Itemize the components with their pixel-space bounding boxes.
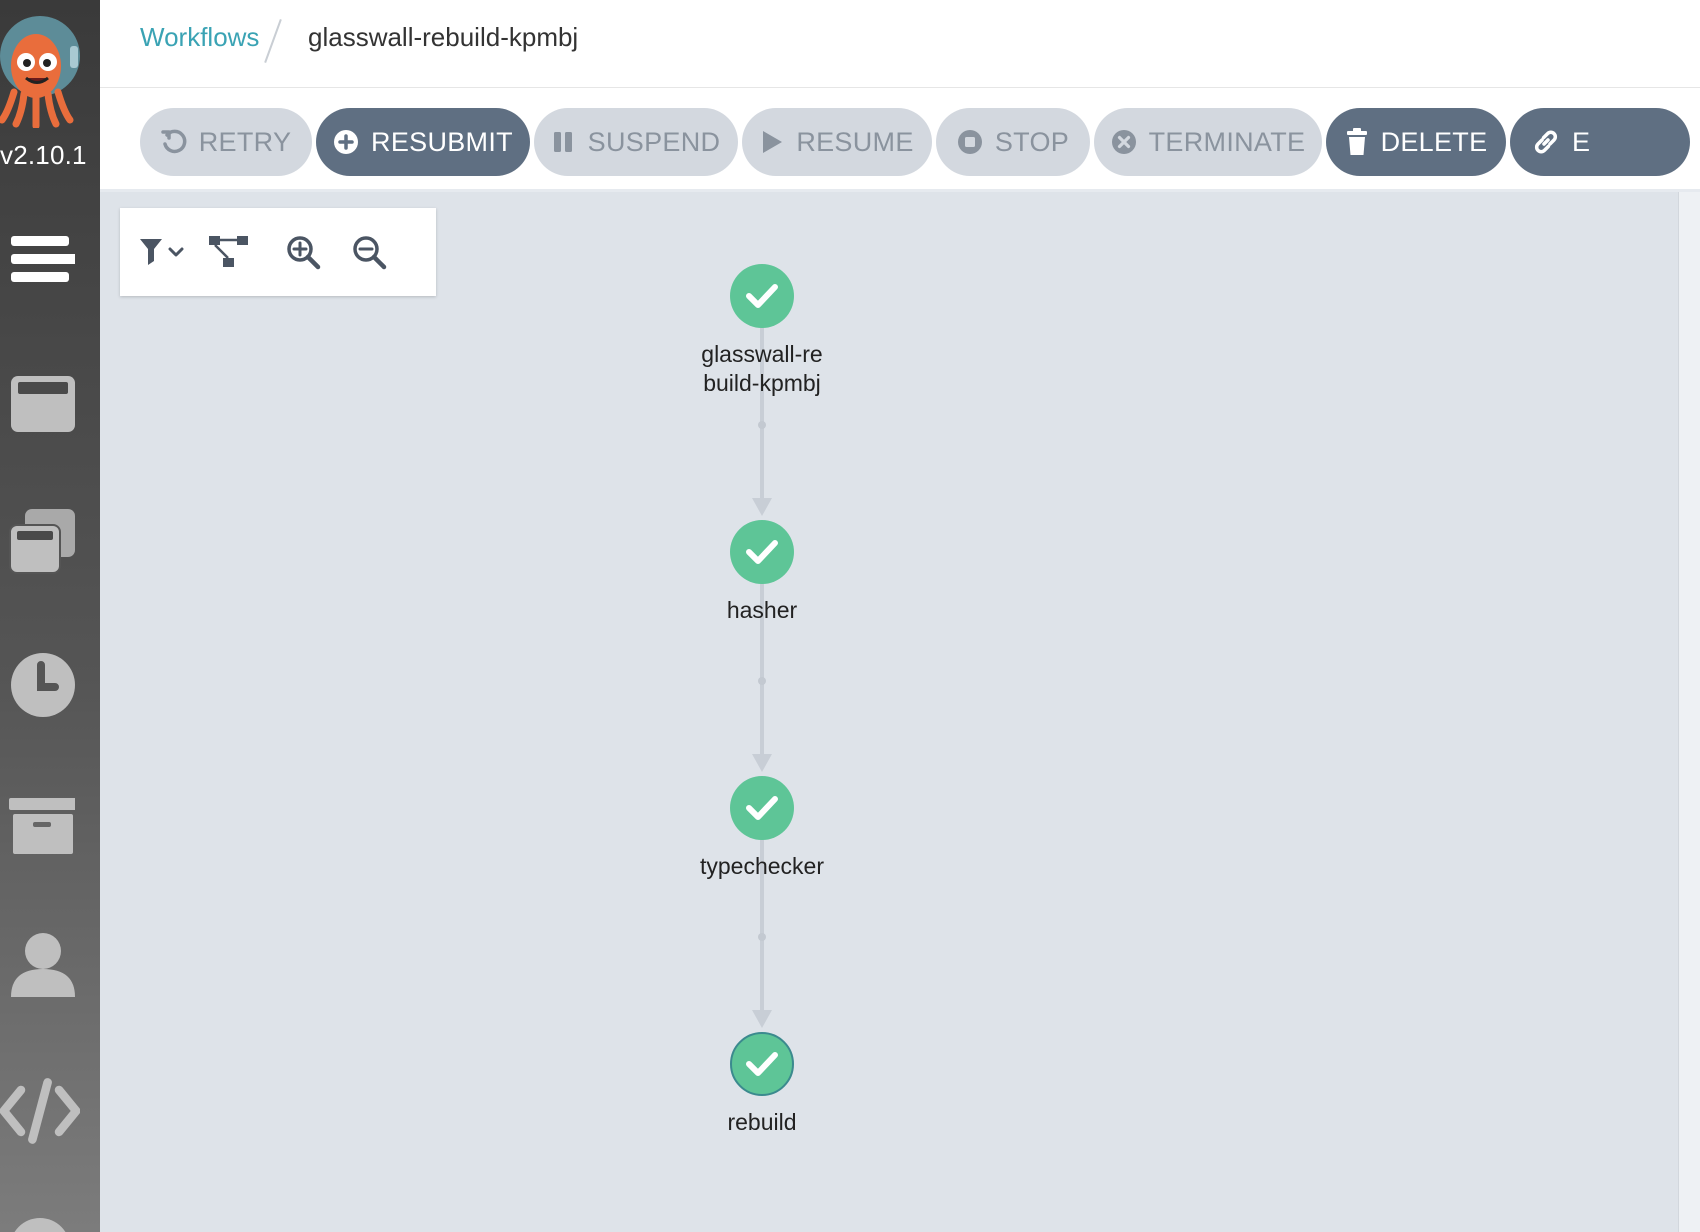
edge-midpoint <box>758 421 766 429</box>
retry-icon <box>160 129 187 154</box>
layout-icon[interactable] <box>202 228 256 276</box>
help-icon[interactable] <box>10 1218 70 1232</box>
breadcrumb-workflows-link[interactable]: Workflows <box>140 22 259 53</box>
stop-button[interactable]: STOP <box>936 108 1090 176</box>
retry-label: RETRY <box>198 126 292 157</box>
argo-logo[interactable] <box>0 8 88 130</box>
terminate-label: TERMINATE <box>1148 126 1306 157</box>
pause-icon <box>553 132 572 152</box>
suspend-button[interactable]: SUSPEND <box>534 108 738 176</box>
graph-node-selected[interactable]: rebuild <box>698 1032 826 1137</box>
menu-icon[interactable] <box>0 220 80 300</box>
workflow-templates-icon[interactable] <box>0 502 80 582</box>
page-header: Workflows glasswall-rebuild-kpmbj <box>100 0 1700 88</box>
zoom-out-icon[interactable] <box>342 228 396 276</box>
play-icon <box>763 131 783 153</box>
archive-icon[interactable] <box>0 786 80 866</box>
success-status-icon[interactable] <box>730 264 794 328</box>
edge-arrow <box>752 1010 772 1028</box>
resubmit-label: RESUBMIT <box>371 126 513 157</box>
share-link-label: E <box>1572 126 1591 157</box>
edge-midpoint <box>758 933 766 941</box>
page-title: glasswall-rebuild-kpmbj <box>308 22 579 52</box>
sidebar: v2.10.1 <box>0 0 100 1232</box>
success-status-icon[interactable] <box>730 520 794 584</box>
graph-node[interactable]: typechecker <box>698 776 826 881</box>
user-icon[interactable] <box>0 926 80 1006</box>
stop-label: STOP <box>994 126 1070 157</box>
suspend-label: SUSPEND <box>587 126 721 157</box>
resubmit-button[interactable]: RESUBMIT <box>316 108 530 176</box>
share-link-button[interactable]: E <box>1510 108 1690 176</box>
app-version: v2.10.1 <box>0 140 87 170</box>
filter-icon[interactable] <box>138 228 192 276</box>
workflows-icon[interactable] <box>0 362 80 442</box>
cron-workflows-icon[interactable] <box>0 644 80 724</box>
graph-node[interactable]: hasher <box>698 520 826 625</box>
success-status-icon[interactable] <box>730 1032 794 1096</box>
stop-circle-icon <box>957 130 982 154</box>
x-circle-icon <box>1111 130 1136 154</box>
node-label: glasswall-rebuild-kpmbj <box>701 341 823 396</box>
details-panel-edge[interactable] <box>1678 192 1700 1232</box>
node-label: hasher <box>726 597 798 623</box>
success-status-icon[interactable] <box>730 776 794 840</box>
graph-node[interactable]: glasswall-rebuild-kpmbj <box>698 264 826 398</box>
edge-midpoint <box>758 677 766 685</box>
trash-icon <box>1346 128 1367 155</box>
api-docs-icon[interactable] <box>0 1070 80 1150</box>
node-label: typechecker <box>699 853 824 879</box>
delete-label: DELETE <box>1380 126 1488 157</box>
node-label: rebuild <box>727 1109 797 1135</box>
terminate-button[interactable]: TERMINATE <box>1094 108 1322 176</box>
zoom-in-icon[interactable] <box>276 228 330 276</box>
edge-arrow <box>752 498 772 516</box>
delete-button[interactable]: DELETE <box>1326 108 1506 176</box>
link-icon <box>1534 130 1558 154</box>
edge-arrow <box>752 754 772 772</box>
graph-toolbar <box>120 208 436 296</box>
resume-label: RESUME <box>796 126 914 157</box>
plus-circle-icon <box>334 130 359 154</box>
retry-button[interactable]: RETRY <box>140 108 312 176</box>
breadcrumb-separator <box>264 19 282 63</box>
workflow-graph-canvas[interactable]: glasswall-rebuild-kpmbj hasher typecheck… <box>100 192 1678 1232</box>
resume-button[interactable]: RESUME <box>742 108 932 176</box>
action-toolbar: RETRY RESUBMIT SUSPEND RESUME STOP TERMI… <box>100 88 1700 192</box>
